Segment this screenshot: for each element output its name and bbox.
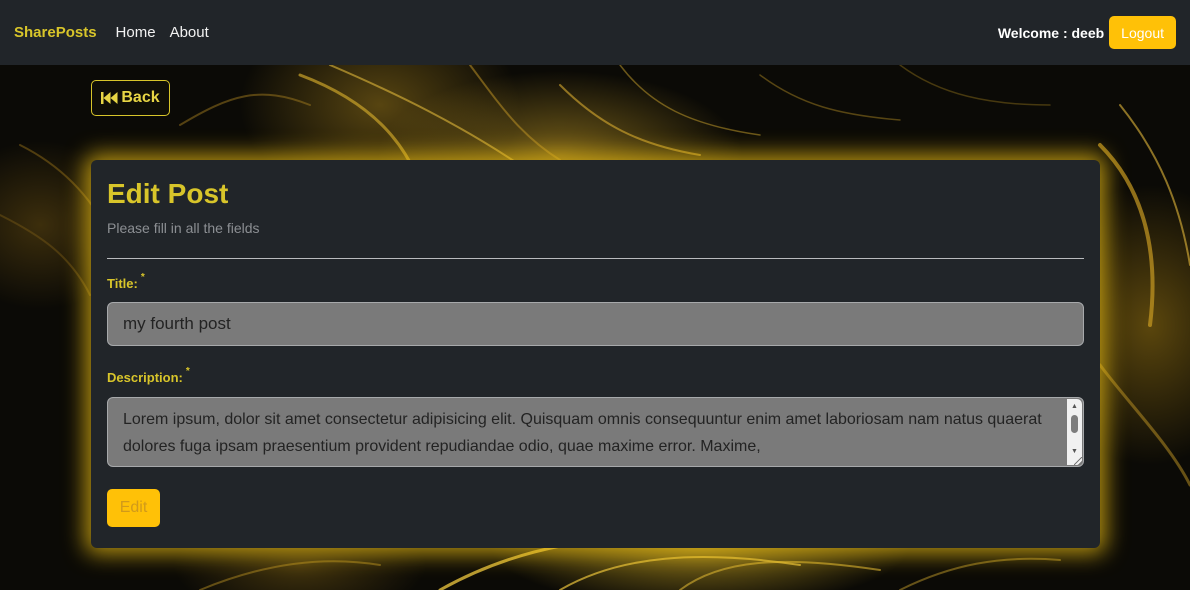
required-marker: *	[140, 272, 145, 283]
back-button-label: Back	[121, 89, 160, 106]
scroll-thumb[interactable]	[1071, 415, 1078, 433]
edit-post-card: Edit Post Please fill in all the fields …	[91, 160, 1100, 548]
required-marker: *	[185, 366, 190, 377]
edit-submit-button[interactable]: Edit	[107, 489, 160, 527]
title-input-value: my fourth post	[123, 314, 231, 333]
scroll-down-arrow-icon[interactable]: ▼	[1067, 445, 1082, 457]
nav-link-about[interactable]: About	[170, 24, 209, 41]
logout-button[interactable]: Logout	[1109, 16, 1176, 49]
backward-icon	[101, 91, 118, 105]
description-textarea-value: Lorem ipsum, dolor sit amet consectetur …	[123, 411, 1042, 455]
navbar-user-area: Welcome : deeb Logout	[998, 16, 1176, 49]
title-input[interactable]: my fourth post	[107, 302, 1084, 346]
description-label-text: Description:	[107, 370, 183, 385]
brand-link[interactable]: SharePosts	[14, 24, 97, 41]
resize-grip-icon[interactable]	[1074, 457, 1082, 465]
page-title: Edit Post	[107, 178, 229, 209]
title-label-text: Title:	[107, 276, 138, 291]
scroll-up-arrow-icon[interactable]: ▲	[1067, 400, 1082, 412]
form-instructions: Please fill in all the fields	[107, 220, 260, 236]
divider	[107, 258, 1084, 259]
title-field-label: Title: *	[107, 272, 1084, 291]
nav-link-home[interactable]: Home	[116, 24, 156, 41]
back-button[interactable]: Back	[91, 80, 170, 116]
description-textarea[interactable]: Lorem ipsum, dolor sit amet consectetur …	[107, 397, 1084, 467]
welcome-text: Welcome : deeb	[997, 24, 1105, 41]
top-navbar: SharePosts Home About Welcome : deeb Log…	[0, 0, 1190, 65]
description-field-label: Description: *	[107, 366, 1084, 385]
textarea-scrollbar[interactable]: ▲ ▼	[1067, 399, 1082, 465]
